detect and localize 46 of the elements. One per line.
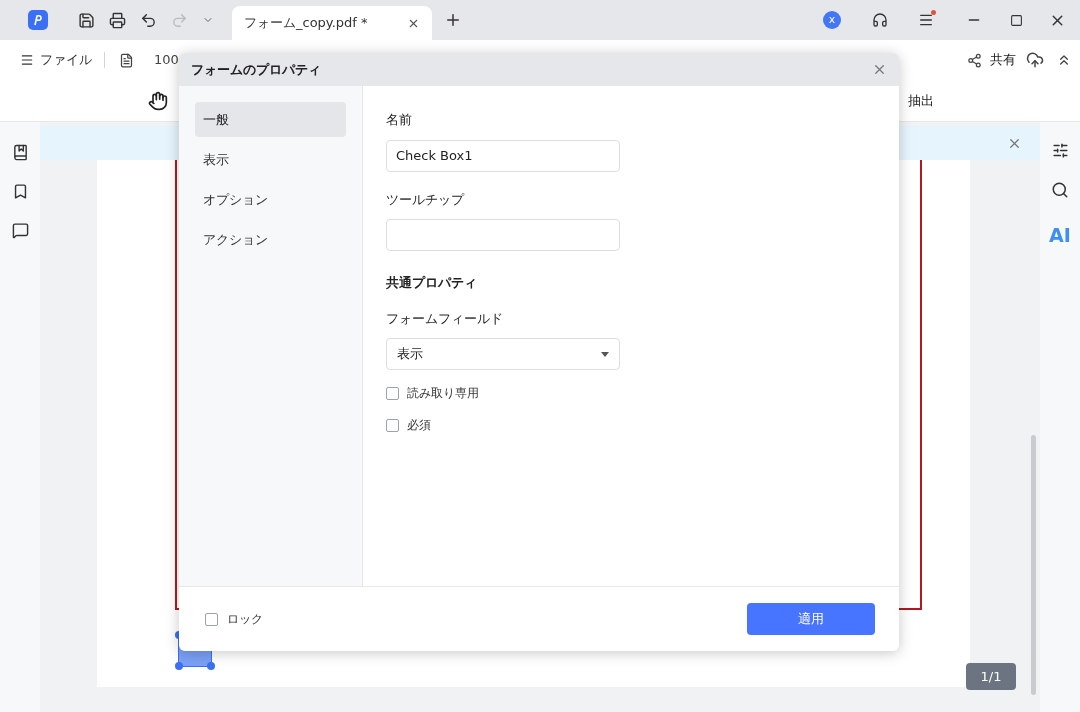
nav-item[interactable]: アクション [195, 222, 346, 257]
tab-title: フォーム_copy.pdf * [244, 14, 369, 33]
cloud-upload-icon[interactable] [1026, 51, 1044, 69]
menu-icon[interactable] [918, 12, 934, 28]
share-icon[interactable] [967, 52, 982, 68]
print-icon[interactable] [109, 11, 126, 29]
save-icon[interactable] [78, 11, 95, 29]
hand-icon[interactable] [148, 90, 168, 111]
field-label: フォームフィールド [386, 309, 504, 328]
checkbox[interactable] [386, 386, 399, 400]
nav-item[interactable]: 表示 [195, 142, 346, 177]
undo-icon[interactable] [140, 11, 157, 29]
account-avatar[interactable]: x [823, 11, 841, 29]
form-field-select[interactable]: 表示 [386, 338, 620, 370]
nav-item[interactable]: 一般 [195, 102, 346, 137]
file-menu-button[interactable]: ファイル [20, 50, 92, 70]
page-indicator: 1/1 [966, 663, 1016, 690]
comment-icon[interactable] [11, 222, 29, 239]
zoom-level[interactable]: 100 [154, 50, 179, 70]
page-icon[interactable] [119, 52, 134, 68]
maximize-icon[interactable] [1010, 13, 1023, 27]
document-tab[interactable]: フォーム_copy.pdf * [232, 6, 432, 40]
properties-icon[interactable] [1051, 142, 1069, 159]
menu-icon [20, 53, 34, 67]
share-label[interactable]: 共有 [990, 50, 1016, 70]
thumbnail-icon[interactable] [11, 144, 29, 161]
extract-label[interactable]: 抽出 [908, 90, 934, 111]
checkbox-label: 読み取り専用 [407, 385, 479, 402]
field-label: ツールチップ [386, 190, 466, 209]
field-label: 名前 [386, 111, 413, 129]
caret-icon [601, 351, 609, 357]
checkbox[interactable] [386, 418, 399, 432]
tooltip-field[interactable] [386, 219, 620, 251]
app-logo-icon [28, 10, 48, 30]
new-tab-icon[interactable] [444, 11, 462, 29]
checkbox-label: ロック [227, 611, 263, 628]
search-icon[interactable] [1051, 181, 1069, 199]
name-field[interactable]: Check Box1 [386, 139, 620, 172]
support-icon[interactable] [872, 12, 888, 28]
dialog-title: フォームのプロパティ [191, 60, 322, 79]
apply-button[interactable]: 適用 [747, 603, 875, 635]
nav-item[interactable]: オプション [195, 182, 346, 217]
section-title: 共通プロパティ [386, 274, 478, 292]
lock-checkbox[interactable] [205, 612, 218, 626]
scrollbar[interactable] [1031, 435, 1036, 695]
checkbox-label: 必須 [407, 417, 431, 434]
